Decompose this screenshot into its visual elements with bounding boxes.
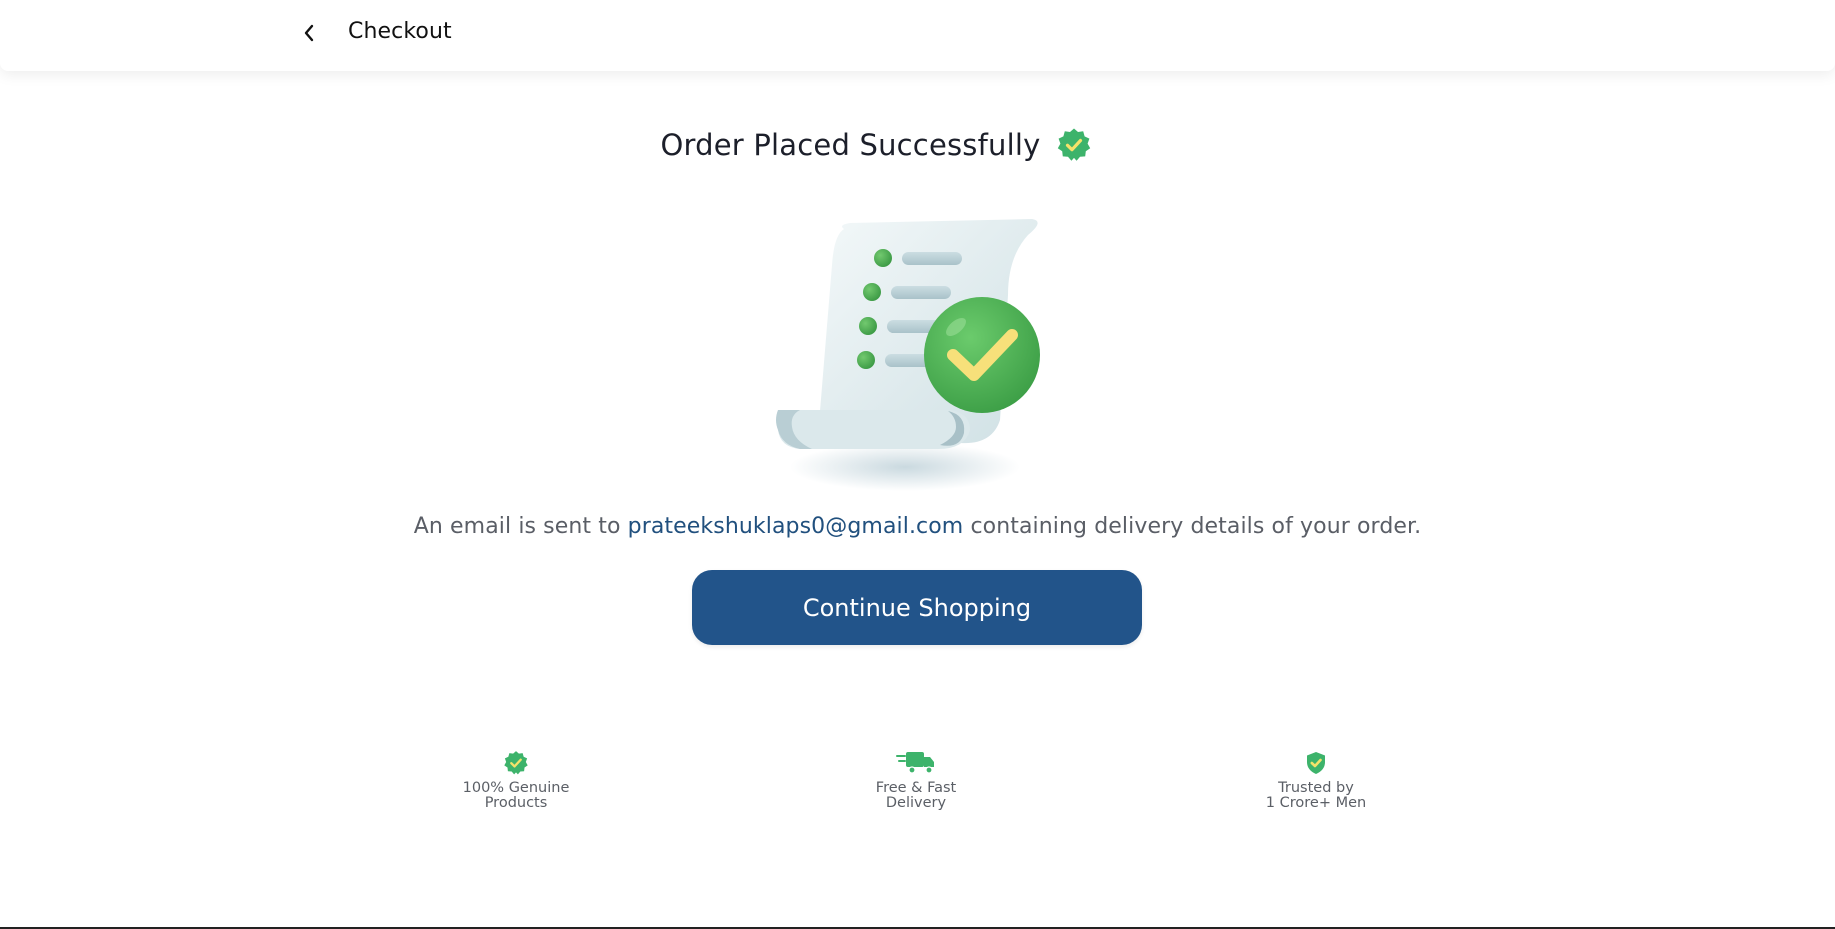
feature-line-1: Free & Fast bbox=[875, 780, 957, 796]
chevron-left-icon bbox=[304, 24, 314, 42]
feature-fast-delivery: Free & Fast Delivery bbox=[806, 750, 1026, 811]
page-title: Order Placed Successfully bbox=[660, 128, 1041, 162]
verified-badge-icon bbox=[1058, 128, 1091, 161]
continue-shopping-button[interactable]: Continue Shopping bbox=[692, 570, 1142, 645]
top-bar: Checkout bbox=[0, 0, 1835, 71]
feature-trusted: Trusted by 1 Crore+ Men bbox=[1206, 750, 1426, 811]
feature-line-2: 1 Crore+ Men bbox=[1265, 795, 1367, 811]
message-lead-text: An email is sent to bbox=[413, 514, 621, 539]
feature-genuine-products: 100% Genuine Products bbox=[406, 750, 626, 811]
message-trail-text: containing delivery details of your orde… bbox=[970, 514, 1422, 539]
feature-line-2: Delivery bbox=[885, 795, 947, 811]
customer-email: prateekshuklaps0@gmail.com bbox=[627, 514, 964, 539]
feature-line-2: Products bbox=[484, 795, 548, 811]
header-title: Checkout bbox=[348, 19, 452, 44]
verified-badge-icon bbox=[504, 751, 528, 775]
order-success-heading: Order Placed Successfully bbox=[0, 127, 1835, 163]
back-button[interactable] bbox=[296, 20, 322, 46]
feature-line-1: Trusted by bbox=[1278, 780, 1354, 796]
feature-line-1: 100% Genuine bbox=[462, 780, 570, 796]
email-confirmation-message: An email is sent to prateekshuklaps0@gma… bbox=[0, 514, 1835, 539]
delivery-truck-icon bbox=[896, 752, 934, 774]
shield-check-icon bbox=[1307, 752, 1325, 774]
receipt-checkmark-illustration bbox=[760, 205, 1060, 495]
